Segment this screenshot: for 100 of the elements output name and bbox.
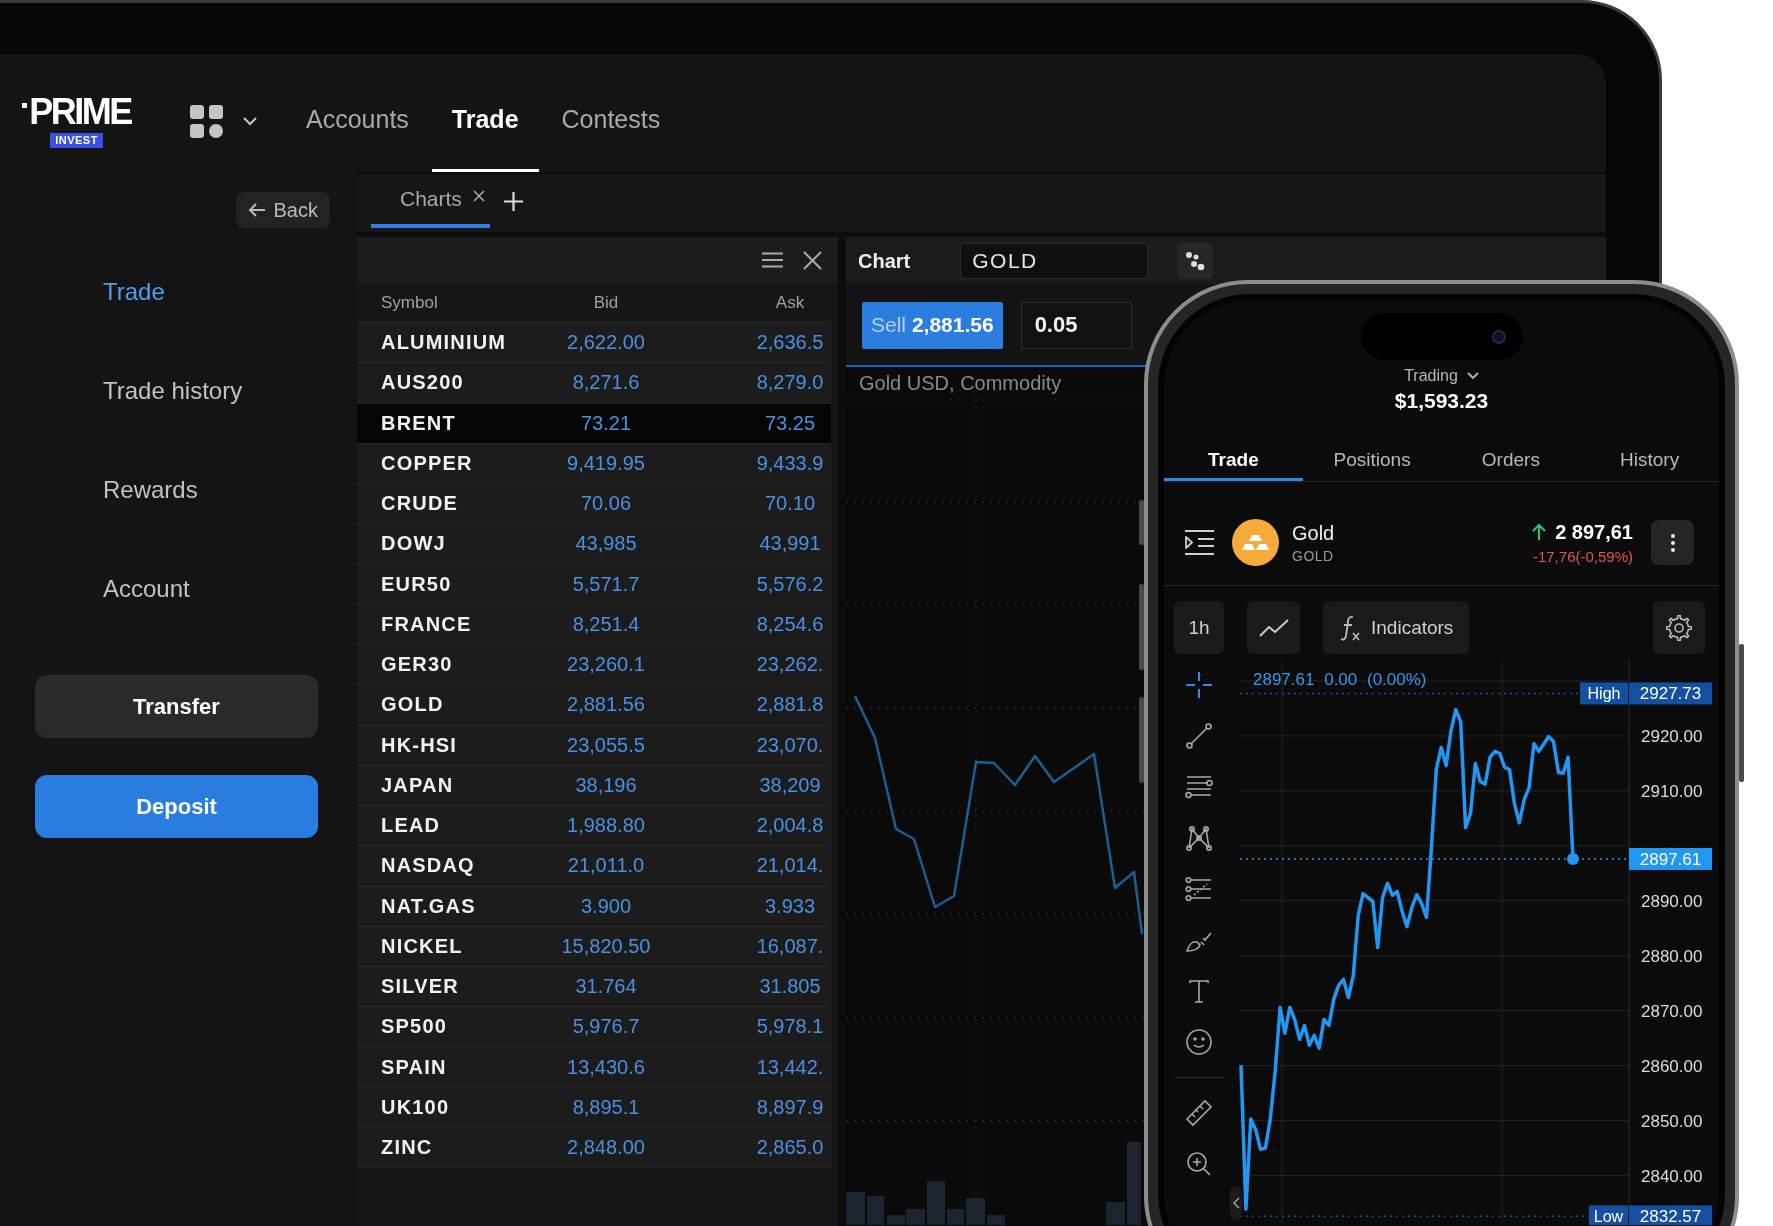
close-icon[interactable] [472, 190, 485, 202]
watchlist-row[interactable]: UK100 8,895.1 8,897.9 [357, 1087, 831, 1128]
zoom-in-icon[interactable] [1185, 1149, 1213, 1178]
sidebar-item[interactable]: Trade history [103, 376, 243, 405]
bid-price: 1,988.80 [567, 814, 645, 838]
ask-price: 2,004.8 [756, 814, 824, 838]
price-tag: 2927.73 [1629, 682, 1712, 705]
fib-levels-icon[interactable] [1185, 874, 1213, 903]
watchlist-row[interactable]: LEAD 1,988.80 2,004.8 [357, 806, 831, 847]
phone-tab[interactable]: Positions [1302, 439, 1442, 481]
watchlist-row[interactable]: GOLD 2,881.56 2,881.8 [357, 685, 831, 726]
watchlist-row[interactable]: AUS200 8,271.6 8,279.0 [357, 363, 831, 404]
chevron-left-icon [1232, 1197, 1240, 1209]
more-button[interactable] [1651, 520, 1694, 565]
watchlist-row[interactable]: ZINC 2,848.00 2,865.0 [357, 1128, 831, 1169]
ask-price: 23,070. [756, 733, 824, 757]
symbol-name: AUS200 [381, 371, 464, 395]
instrument-symbol: GOLD [1292, 547, 1334, 564]
axis-label: 2890.00 [1641, 891, 1703, 911]
crosshair-icon[interactable] [1185, 670, 1213, 699]
collapse-button[interactable] [1230, 1186, 1242, 1220]
close-icon[interactable] [803, 250, 822, 270]
volume-bar [966, 1198, 985, 1225]
list-icon[interactable] [1185, 530, 1214, 555]
nav-tab[interactable]: Contests [541, 70, 681, 172]
menu-icon[interactable] [762, 252, 783, 268]
function-icon [1339, 614, 1361, 641]
ingot-coin-icon [1232, 519, 1279, 566]
watchlist-row[interactable]: EUR50 5,571.7 5,576.2 [357, 564, 831, 605]
phone-tab[interactable]: Orders [1441, 439, 1581, 481]
camera-icon [1491, 329, 1506, 344]
settings-button[interactable] [1653, 601, 1705, 654]
interval-button[interactable]: 1h [1174, 601, 1224, 654]
watchlist-row[interactable]: DOWJ 43,985 43,991 [357, 524, 831, 565]
watchlist-row[interactable]: COPPER 9,419.95 9,433.9 [357, 443, 831, 484]
trend-line-icon[interactable] [1185, 721, 1213, 750]
watchlist-row[interactable]: GER30 23,260.1 23,262. [357, 645, 831, 686]
bid-price: 23,260.1 [567, 653, 645, 677]
watchlist-row[interactable]: SP500 5,976.7 5,978.1 [357, 1007, 831, 1048]
ask-price: 2,636.5 [756, 331, 824, 355]
nav-tab[interactable]: Accounts [286, 70, 429, 172]
account-selector[interactable]: Trading [1404, 366, 1479, 386]
sidebar-item[interactable]: Account [103, 574, 190, 603]
smiley-icon[interactable] [1185, 1027, 1213, 1056]
watchlist-row[interactable]: SILVER 31.764 31.805 [357, 967, 831, 1008]
volume-bar [947, 1209, 964, 1225]
quantity-field[interactable]: 0.05 [1020, 301, 1132, 349]
symbol-name: NICKEL [381, 934, 463, 958]
action-button[interactable]: Deposit [35, 775, 318, 838]
watchlist-row[interactable]: SPAIN 13,430.6 13,442. [357, 1047, 831, 1088]
price-marker-icon [1567, 853, 1579, 865]
line-chart-icon [1258, 618, 1289, 637]
ask-price: 2,865.0 [756, 1136, 824, 1160]
workspace-tab[interactable]: Charts [371, 174, 490, 228]
ask-price: 21,014. [756, 854, 824, 878]
watchlist-row[interactable]: JAPAN 38,196 38,209 [357, 765, 831, 806]
axis-label: 2860.00 [1641, 1056, 1703, 1076]
symbol-name: JAPAN [381, 773, 454, 797]
watchlist-row[interactable]: CRUDE 70.06 70.10 [357, 484, 831, 525]
chart-type-button[interactable] [1247, 601, 1300, 654]
apps-grid-icon[interactable] [190, 104, 223, 138]
watchlist-row[interactable]: BRENT 73.21 73.25 [357, 403, 831, 444]
watchlist-row[interactable]: ALUMINIUM 2,622.00 2,636.5 [357, 323, 831, 364]
bid-price: 9,419.95 [567, 451, 645, 475]
symbol-name: NASDAQ [381, 854, 475, 878]
ask-price: 31.805 [759, 975, 821, 999]
bid-price: 5,976.7 [572, 1015, 640, 1039]
phone-tab[interactable]: Trade [1164, 439, 1303, 481]
dots-icon [1185, 251, 1206, 271]
symbol-name: COPPER [381, 451, 473, 475]
bid-price: 38,196 [575, 773, 637, 797]
symbol-name: HK-HSI [381, 733, 458, 757]
sidebar-item[interactable]: Rewards [103, 475, 198, 504]
watchlist-row[interactable]: FRANCE 8,251.4 8,254.6 [357, 604, 831, 645]
sidebar-item[interactable]: Trade [103, 277, 165, 306]
bid-price: 31.764 [575, 975, 637, 999]
sell-button[interactable]: Sell 2,881.56 [862, 301, 1003, 349]
bid-price: 15,820.50 [561, 934, 651, 958]
axis-label: 2910.00 [1641, 781, 1703, 801]
ask-price: 5,978.1 [756, 1015, 824, 1039]
ask-price: 8,279.0 [756, 371, 824, 395]
indicators-button[interactable]: Indicators [1323, 601, 1470, 654]
action-button[interactable]: Transfer [35, 675, 318, 738]
chevron-down-icon[interactable] [243, 116, 257, 126]
watchlist-row[interactable]: NAT.GAS 3.900 3.933 [357, 886, 831, 927]
bid-price: 8,271.6 [572, 371, 640, 395]
back-button[interactable]: Back [235, 192, 330, 228]
symbol-field[interactable]: GOLD [960, 243, 1149, 279]
plus-icon[interactable] [503, 191, 523, 211]
watchlist-row[interactable]: HK-HSI 23,055.5 23,070. [357, 725, 831, 766]
watchlist-row[interactable]: NASDAQ 21,011.0 21,014. [357, 846, 831, 887]
logo-badge: INVEST [50, 133, 103, 148]
pattern-icon[interactable] [1185, 823, 1213, 852]
volume-bar [846, 1192, 865, 1225]
ruler-icon[interactable] [1185, 1098, 1213, 1127]
watchlist-row[interactable]: NICKEL 15,820.50 16,087. [357, 926, 831, 967]
chart-tool-button[interactable] [1177, 243, 1214, 279]
symbol-name: SP500 [381, 1015, 448, 1039]
phone-tab[interactable]: History [1580, 439, 1719, 481]
ask-price: 8,897.9 [756, 1095, 824, 1119]
